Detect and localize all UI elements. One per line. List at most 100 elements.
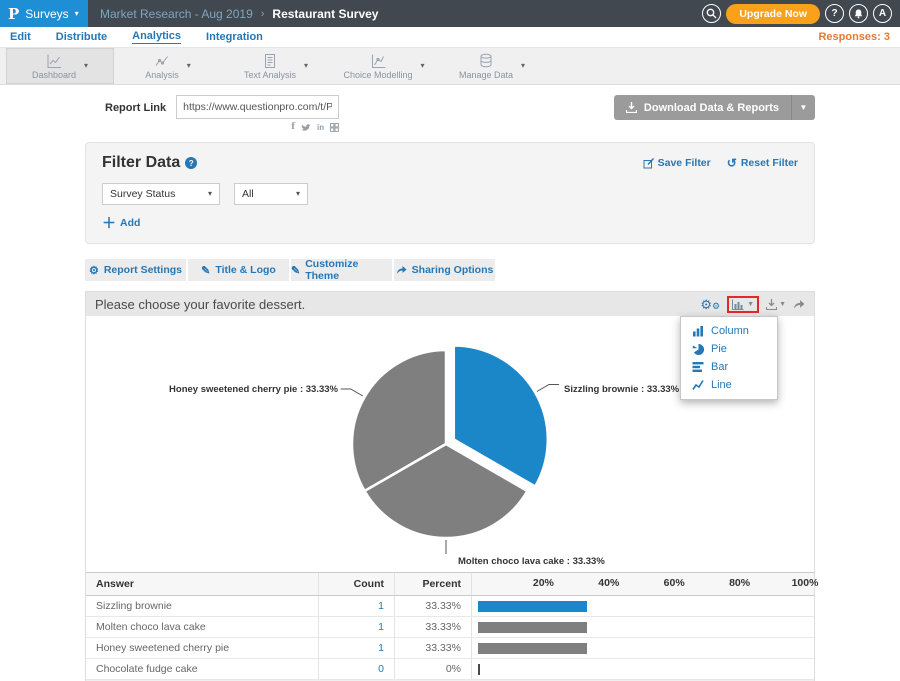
survey-nav: Edit Distribute Analytics Integration Re… (0, 27, 900, 47)
tab-customize-theme[interactable]: ✎ Customize Theme (291, 259, 392, 281)
result-bar (478, 664, 480, 675)
answer-cell: Chocolate fudge cake (86, 659, 319, 679)
tab-title-logo[interactable]: ✎ Title & Logo (188, 259, 289, 281)
search-button[interactable] (702, 4, 721, 23)
toolbar-item-dashboard[interactable]: Dashboard ▾ (6, 48, 114, 84)
nav-item-edit[interactable]: Edit (10, 31, 31, 43)
pie-label-molten-choco-lava-cake: Molten choco lava cake : 33.33% (458, 556, 605, 567)
percent-cell: 33.33% (395, 638, 472, 658)
column-chart-icon (692, 325, 704, 337)
linkedin-icon[interactable]: in (317, 124, 324, 132)
twitter-icon[interactable] (301, 123, 311, 132)
bell-icon (853, 8, 864, 19)
toolbar-item-choice-modelling[interactable]: Choice Modelling ▾ (330, 48, 438, 84)
reset-icon: ↺ (727, 157, 737, 169)
download-options-caret[interactable]: ▼ (791, 95, 815, 120)
breadcrumb-current: Restaurant Survey (272, 7, 378, 21)
count-link[interactable]: 1 (378, 621, 384, 633)
col-header-percent: Percent (395, 573, 472, 595)
responses-count[interactable]: Responses: 3 (818, 31, 890, 43)
table-row: Chocolate fudge cake 0 0% (86, 659, 814, 680)
filter-field-dropdown[interactable]: Survey Status ▾ (102, 183, 220, 205)
table-row: Sizzling brownie 1 33.33% (86, 596, 814, 617)
share-icon[interactable] (793, 299, 805, 310)
add-filter-button[interactable]: ＋ Add (102, 216, 798, 230)
facebook-icon[interactable]: f (291, 123, 295, 132)
tab-report-settings[interactable]: ⚙ Report Settings (85, 259, 186, 281)
menu-item-line[interactable]: Line (681, 376, 777, 394)
database-icon (478, 53, 494, 69)
breadcrumb-parent[interactable]: Market Research - Aug 2019 (100, 7, 253, 21)
result-bar (478, 601, 587, 612)
count-link[interactable]: 1 (378, 600, 384, 612)
count-link[interactable]: 0 (378, 663, 384, 675)
pie-leader-line (537, 385, 559, 392)
question-mark-icon: ? (831, 8, 837, 19)
answer-cell: Molten choco lava cake (86, 617, 319, 637)
notifications-button[interactable] (849, 4, 868, 23)
count-link[interactable]: 1 (378, 642, 384, 654)
chart-settings-gears-icon[interactable]: ⚙⚙ (700, 298, 720, 311)
breadcrumb-separator-icon: › (261, 8, 265, 20)
nav-item-analytics[interactable]: Analytics (132, 30, 181, 44)
share-arrow-icon (396, 265, 407, 275)
reset-filter-button[interactable]: ↺ Reset Filter (727, 157, 798, 169)
menu-item-pie[interactable]: Pie (681, 340, 777, 358)
menu-item-bar[interactable]: Bar (681, 358, 777, 376)
chevron-down-icon: ▾ (208, 190, 212, 198)
surveys-menu[interactable]: P Surveys ▾ (0, 0, 88, 27)
pie-label-honey-sweetened-cherry-pie: Honey sweetened cherry pie : 33.33% (169, 384, 339, 395)
toolbar-item-manage-data[interactable]: Manage Data ▾ (438, 48, 546, 84)
toolbar-item-text-analysis[interactable]: Text Analysis ▾ (222, 48, 330, 84)
chevron-down-icon: ▾ (296, 190, 300, 198)
col-header-count: Count (319, 573, 395, 595)
report-tabs: ⚙ Report Settings ✎ Title & Logo ✎ Custo… (85, 259, 815, 281)
table-row: Molten choco lava cake 1 33.33% (86, 617, 814, 638)
filter-value-dropdown[interactable]: All ▾ (234, 183, 308, 205)
embed-grid-icon[interactable] (330, 123, 339, 132)
chart-type-button-highlighted[interactable]: ▼ (727, 296, 759, 313)
percent-cell: 33.33% (395, 596, 472, 616)
answer-cell: Honey sweetened cherry pie (86, 638, 319, 658)
pencil-icon: ✎ (291, 264, 300, 277)
nav-item-integration[interactable]: Integration (206, 31, 263, 43)
pie-leader-line (341, 389, 363, 396)
answer-cell: Sizzling brownie (86, 596, 319, 616)
save-filter-button[interactable]: Save Filter (643, 157, 711, 169)
axis-tick-100: 100% (792, 577, 819, 589)
product-label: Surveys (25, 7, 68, 21)
nav-item-distribute[interactable]: Distribute (56, 31, 107, 43)
download-icon (626, 102, 637, 113)
pie-chart-icon (692, 343, 704, 355)
line-chart-icon (692, 379, 704, 391)
analytics-toolbar: Dashboard ▾ Analysis ▾ Text Analysis ▾ C… (0, 47, 900, 85)
help-button[interactable]: ? (825, 4, 844, 23)
menu-item-column[interactable]: Column (681, 322, 777, 340)
chevron-down-icon: ▾ (304, 62, 308, 70)
edit-square-icon (643, 158, 654, 169)
account-avatar[interactable]: A (873, 4, 892, 23)
chart-download-button[interactable]: ▼ (766, 299, 786, 310)
bar-chart-icon (732, 299, 744, 310)
percent-cell: 33.33% (395, 617, 472, 637)
pencil-icon: ✎ (201, 264, 210, 277)
table-header-row: Answer Count Percent 20% 40% 60% 80% 100… (86, 573, 814, 596)
report-link-input[interactable] (176, 95, 339, 119)
report-link-label: Report Link (105, 102, 166, 114)
chevron-down-icon: ▾ (521, 62, 525, 70)
pie-label-sizzling-brownie: Sizzling brownie : 33.33% (564, 384, 680, 395)
filter-data-title: Filter Data (102, 154, 180, 172)
download-data-reports-button[interactable]: Download Data & Reports (614, 95, 791, 120)
results-table: Answer Count Percent 20% 40% 60% 80% 100… (86, 572, 814, 681)
chevron-down-icon: ▼ (779, 301, 786, 308)
breadcrumb: Market Research - Aug 2019 › Restaurant … (100, 7, 378, 21)
download-icon (766, 299, 777, 310)
upgrade-now-button[interactable]: Upgrade Now (726, 4, 820, 24)
questionpro-logo: P (8, 5, 19, 23)
toolbar-item-analysis[interactable]: Analysis ▾ (114, 48, 222, 84)
chart-type-menu: Column Pie Bar Line (680, 316, 778, 400)
question-chart-card: Please choose your favorite dessert. ⚙⚙ … (85, 291, 815, 681)
filter-help-icon[interactable]: ? (185, 157, 197, 169)
col-header-answer: Answer (86, 573, 319, 595)
tab-sharing-options[interactable]: Sharing Options (394, 259, 495, 281)
